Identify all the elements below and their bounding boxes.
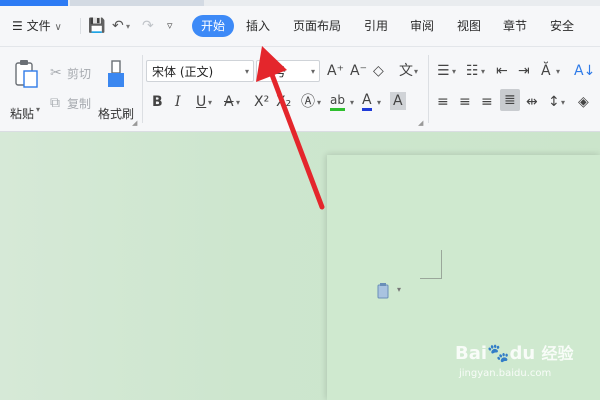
chevron-down-icon: ∨ bbox=[54, 22, 62, 33]
line-spacing-dropdown-icon[interactable]: ▾ bbox=[561, 94, 565, 112]
shrink-font-icon[interactable]: A⁻ bbox=[350, 62, 367, 80]
decrease-indent-icon[interactable]: ⇤ bbox=[496, 62, 508, 80]
subscript-icon[interactable]: X₂ bbox=[276, 93, 291, 111]
chinese-layout-dropdown-icon[interactable]: ▾ bbox=[556, 63, 560, 81]
watermark-brand: Bai bbox=[455, 343, 488, 364]
sort-icon[interactable]: A↓ bbox=[574, 62, 595, 80]
bullet-list-icon[interactable]: ☰ bbox=[437, 62, 450, 80]
italic-icon[interactable]: I bbox=[175, 93, 181, 111]
align-center-icon[interactable]: ≡ bbox=[459, 93, 471, 111]
divider bbox=[142, 55, 143, 123]
ribbon-toolbar: 粘贴 ▾ ✂ 剪切 ⧉ 复制 格式刷 ◢ 宋体 (正文) ▾ 五号 ▾ A⁺ A… bbox=[0, 47, 600, 132]
font-group-expand-icon[interactable]: ◢ bbox=[418, 119, 423, 127]
undo-icon[interactable]: ↶ bbox=[112, 15, 124, 37]
tab-view[interactable]: 视图 bbox=[457, 15, 481, 37]
format-painter-button[interactable]: 格式刷 bbox=[98, 59, 136, 121]
paste-button[interactable]: 粘贴 ▾ bbox=[8, 59, 44, 121]
watermark-brand-2: du bbox=[509, 343, 536, 364]
tab-references[interactable]: 引用 bbox=[364, 15, 388, 37]
numbered-list-dropdown-icon[interactable]: ▾ bbox=[481, 63, 485, 81]
watermark-suffix: 经验 bbox=[541, 344, 574, 363]
text-effect-icon[interactable]: Ⓐ bbox=[301, 93, 315, 111]
char-shading-icon[interactable]: A bbox=[390, 92, 406, 110]
watermark-url: jingyan.baidu.com bbox=[459, 368, 552, 379]
divider bbox=[80, 18, 81, 34]
file-menu[interactable]: ☰ 文件 ∨ bbox=[12, 15, 62, 37]
increase-indent-icon[interactable]: ⇥ bbox=[518, 62, 530, 80]
paragraph-shading-icon[interactable]: ◈ bbox=[578, 93, 589, 111]
brush-icon bbox=[108, 60, 124, 87]
tab-insert[interactable]: 插入 bbox=[246, 15, 270, 37]
strikethrough-dropdown-icon[interactable]: ▾ bbox=[236, 94, 240, 112]
page-margin-corner-mark bbox=[441, 250, 442, 278]
paste-label: 粘贴 bbox=[10, 107, 35, 121]
clipboard-group-expand-icon[interactable]: ◢ bbox=[132, 119, 137, 127]
font-name-select[interactable]: 宋体 (正文) ▾ bbox=[146, 60, 254, 82]
align-left-icon[interactable]: ≡ bbox=[437, 93, 449, 111]
font-name-value: 宋体 (正文) bbox=[152, 65, 214, 79]
tab-security[interactable]: 安全 bbox=[550, 15, 574, 37]
redo-icon: ↷ bbox=[142, 18, 154, 34]
line-spacing-icon[interactable]: ↕ bbox=[548, 93, 560, 111]
phonetic-guide-icon[interactable]: 文 bbox=[399, 62, 413, 80]
text-effect-dropdown-icon[interactable]: ▾ bbox=[317, 94, 321, 112]
grow-font-icon[interactable]: A⁺ bbox=[327, 62, 344, 80]
underline-dropdown-icon[interactable]: ▾ bbox=[208, 94, 212, 112]
tab-section[interactable]: 章节 bbox=[503, 15, 527, 37]
underline-icon[interactable]: U bbox=[196, 93, 206, 111]
copy-button: 复制 bbox=[67, 97, 92, 111]
bold-icon[interactable]: B bbox=[152, 93, 163, 111]
strikethrough-icon[interactable]: A bbox=[224, 93, 234, 111]
paw-icon: 🐾 bbox=[487, 343, 510, 364]
highlight-dropdown-icon[interactable]: ▾ bbox=[350, 94, 354, 112]
chevron-down-icon: ▾ bbox=[397, 285, 402, 294]
cut-button: 剪切 bbox=[67, 67, 92, 81]
divider bbox=[428, 55, 429, 123]
font-size-value: 五号 bbox=[262, 65, 287, 79]
font-size-select[interactable]: 五号 ▾ bbox=[256, 60, 320, 82]
chinese-layout-icon[interactable]: Ă bbox=[541, 62, 551, 80]
page-margin-corner-mark bbox=[420, 278, 442, 279]
align-right-icon[interactable]: ≡ bbox=[481, 93, 493, 111]
baidu-jingyan-watermark: Bai🐾du 经验 jingyan.baidu.com bbox=[455, 340, 595, 390]
distributed-icon[interactable]: ⇹ bbox=[526, 93, 538, 111]
format-painter-label: 格式刷 bbox=[98, 107, 135, 121]
cut-icon: ✂ bbox=[50, 65, 62, 81]
quick-access-more-icon[interactable]: ▿ bbox=[167, 15, 173, 37]
paste-options-icon bbox=[377, 283, 389, 299]
tab-review[interactable]: 审阅 bbox=[410, 15, 434, 37]
font-color-dropdown-icon[interactable]: ▾ bbox=[377, 94, 381, 112]
save-icon[interactable]: 💾 bbox=[88, 15, 105, 37]
tab-page-layout[interactable]: 页面布局 bbox=[293, 15, 341, 37]
paste-dropdown-icon[interactable]: ▾ bbox=[36, 105, 40, 114]
undo-dropdown-icon[interactable]: ▾ bbox=[126, 16, 130, 38]
font-color-icon[interactable]: A bbox=[362, 93, 372, 111]
copy-icon: ⧉ bbox=[50, 95, 60, 111]
paste-icon bbox=[15, 60, 38, 88]
highlight-icon[interactable]: ab bbox=[330, 93, 345, 111]
justify-icon[interactable]: ≣ bbox=[500, 89, 520, 111]
file-menu-label: 文件 bbox=[26, 19, 51, 33]
hamburger-icon: ☰ bbox=[12, 19, 23, 33]
phonetic-dropdown-icon[interactable]: ▾ bbox=[414, 63, 418, 81]
chevron-down-icon: ▾ bbox=[310, 67, 315, 76]
bullet-list-dropdown-icon[interactable]: ▾ bbox=[452, 63, 456, 81]
menu-bar: ☰ 文件 ∨ 💾 ↶ ▾ ↷ ▿ 开始 插入 页面布局 引用 审阅 视图 章节 … bbox=[0, 6, 600, 47]
clear-format-icon[interactable]: ◇ bbox=[373, 62, 384, 80]
chevron-down-icon: ▾ bbox=[244, 67, 249, 76]
tab-home[interactable]: 开始 bbox=[192, 15, 235, 37]
superscript-icon[interactable]: X² bbox=[254, 93, 269, 111]
numbered-list-icon[interactable]: ☷ bbox=[466, 62, 479, 80]
